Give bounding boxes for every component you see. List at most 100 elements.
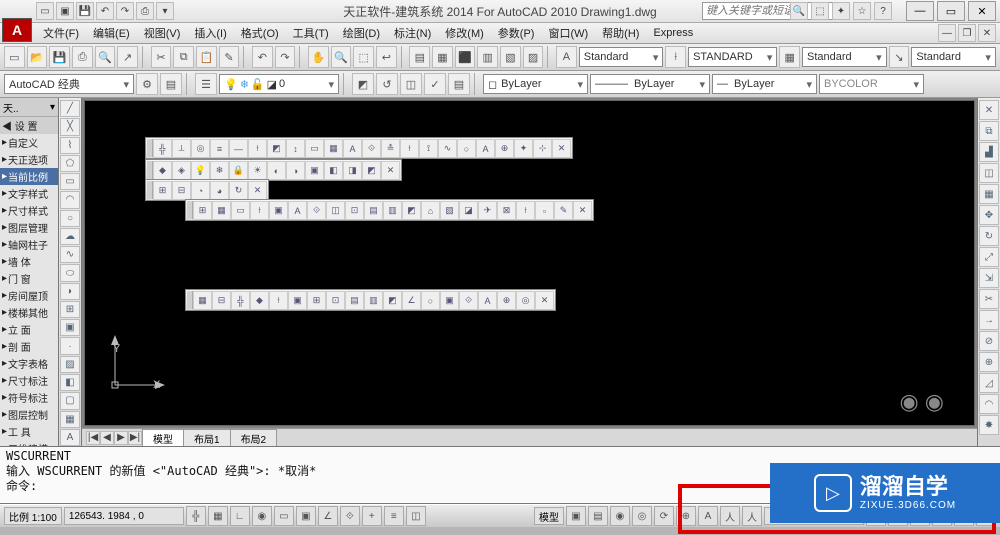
spline-icon[interactable]: ∿: [60, 246, 80, 263]
text-icon[interactable]: A: [556, 46, 577, 68]
sb-icon[interactable]: 人: [742, 506, 762, 526]
ft-icon[interactable]: ∠: [402, 291, 421, 310]
dimstyle-dropdown[interactable]: STANDARD: [688, 47, 777, 67]
qat-open-icon[interactable]: ▣: [56, 2, 74, 20]
lwt-icon[interactable]: ≡: [384, 506, 404, 526]
ft-icon[interactable]: ⟊: [269, 291, 288, 310]
ft-icon[interactable]: ⊞: [193, 201, 212, 220]
ft-icon[interactable]: ◑: [286, 161, 305, 180]
menu-file[interactable]: 文件(F): [38, 25, 84, 41]
tab-prev-icon[interactable]: ◀: [100, 431, 114, 445]
close-button[interactable]: ✕: [968, 1, 996, 21]
ft-icon[interactable]: ▤: [345, 291, 364, 310]
sb-icon[interactable]: ⊕: [676, 506, 696, 526]
ft-icon[interactable]: ○: [421, 291, 440, 310]
match-icon[interactable]: ✎: [219, 46, 240, 68]
polygon-icon[interactable]: ⬠: [60, 155, 80, 172]
workspace-dropdown[interactable]: AutoCAD 经典: [4, 74, 134, 94]
table-icon[interactable]: ▦: [779, 46, 800, 68]
point-icon[interactable]: ·: [60, 337, 80, 354]
ft-icon[interactable]: ☀: [248, 161, 267, 180]
pan-icon[interactable]: ✋: [308, 46, 329, 68]
tab-first-icon[interactable]: |◀: [86, 431, 100, 445]
ft-icon[interactable]: 🔒: [229, 161, 248, 180]
extend-icon[interactable]: →: [979, 310, 999, 330]
ft-icon[interactable]: ⟐: [307, 201, 326, 220]
ft-icon[interactable]: ⟂: [172, 139, 191, 158]
ws-settings-icon[interactable]: ⚙: [136, 73, 158, 95]
menu-dim[interactable]: 标注(N): [389, 25, 436, 41]
preview-icon[interactable]: 🔍: [95, 46, 116, 68]
ft-icon[interactable]: ▣: [288, 291, 307, 310]
mdi-restore-icon[interactable]: ❐: [958, 24, 976, 42]
qat-new-icon[interactable]: ▭: [36, 2, 54, 20]
ft-icon[interactable]: ✎: [554, 201, 573, 220]
offset-icon[interactable]: ◫: [979, 163, 999, 183]
sb-icon[interactable]: ▤: [588, 506, 608, 526]
table2-icon[interactable]: ▦: [60, 411, 80, 428]
ft-icon[interactable]: ↻: [229, 181, 248, 200]
ft-icon[interactable]: ✕: [573, 201, 592, 220]
o3d-icon[interactable]: ▣: [296, 506, 316, 526]
redo-icon[interactable]: ↷: [275, 46, 296, 68]
publish-icon[interactable]: ↗: [117, 46, 138, 68]
rotate-icon[interactable]: ↻: [979, 226, 999, 246]
ft-icon[interactable]: —: [229, 139, 248, 158]
ft-icon[interactable]: 💡: [191, 161, 210, 180]
color-dropdown[interactable]: ◻ByLayer: [483, 74, 588, 94]
qat-redo-icon[interactable]: ↷: [116, 2, 134, 20]
sb-icon[interactable]: 人: [720, 506, 740, 526]
sb-icon[interactable]: A: [698, 506, 718, 526]
ft-icon[interactable]: ◩: [383, 291, 402, 310]
comm-icon[interactable]: ✦: [832, 2, 850, 20]
ft-icon[interactable]: ⟊: [248, 139, 267, 158]
ft-icon[interactable]: ❄: [210, 161, 229, 180]
search-icon[interactable]: 🔍: [790, 2, 808, 20]
ft-icon[interactable]: ◨: [343, 161, 362, 180]
ft-icon[interactable]: ⊟: [212, 291, 231, 310]
ft-icon[interactable]: ◈: [172, 161, 191, 180]
ft-icon[interactable]: ≛: [381, 139, 400, 158]
layer-dropdown[interactable]: 💡 ❄ 🔓 ◪ 0: [219, 74, 339, 94]
tab-layout1[interactable]: 布局1: [183, 429, 231, 447]
tree-item[interactable]: ▸当前比例: [0, 168, 58, 185]
ft-icon[interactable]: ↕: [286, 139, 305, 158]
ft-icon[interactable]: ▧: [440, 201, 459, 220]
ft-icon[interactable]: ◫: [326, 201, 345, 220]
dc-icon[interactable]: ▦: [432, 46, 453, 68]
ft-icon[interactable]: ▣: [305, 161, 324, 180]
tree-item[interactable]: ▸房间屋顶: [0, 287, 58, 304]
zoom-icon[interactable]: 🔍: [331, 46, 352, 68]
ft-icon[interactable]: ⊕: [497, 291, 516, 310]
ft-icon[interactable]: ⊡: [326, 291, 345, 310]
tree-item[interactable]: ▸图层控制: [0, 406, 58, 423]
ft-icon[interactable]: ◩: [362, 161, 381, 180]
join-icon[interactable]: ⊕: [979, 352, 999, 372]
menu-window[interactable]: 窗口(W): [543, 25, 593, 41]
linetype-dropdown[interactable]: ———ByLayer: [590, 74, 710, 94]
menu-express[interactable]: Express: [648, 27, 698, 39]
ft-icon[interactable]: ✕: [381, 161, 400, 180]
ft-icon[interactable]: ≡: [210, 139, 229, 158]
tree-item[interactable]: ▸剖 面: [0, 338, 58, 355]
tp-icon[interactable]: ⬛: [455, 46, 476, 68]
qp-icon[interactable]: ◫: [406, 506, 426, 526]
dim-icon[interactable]: ⟊: [665, 46, 686, 68]
ellipse-icon[interactable]: ⬭: [60, 264, 80, 281]
ft-icon[interactable]: ▤: [364, 201, 383, 220]
ft-icon[interactable]: ⟐: [362, 139, 381, 158]
open-icon[interactable]: 📂: [27, 46, 48, 68]
dyn-icon[interactable]: +: [362, 506, 382, 526]
tree-item[interactable]: ▸立 面: [0, 321, 58, 338]
tablestyle-dropdown[interactable]: Standard: [802, 47, 887, 67]
lay-prev-icon[interactable]: ↺: [376, 73, 398, 95]
float-toolbar-4[interactable]: ⊞▦▭⟊▣A⟐◫⊡▤▥◩⌂▧◪✈⊠⟊▫✎✕: [185, 199, 594, 221]
new-icon[interactable]: ▭: [4, 46, 25, 68]
tree-item[interactable]: ▸图层管理: [0, 219, 58, 236]
ft-icon[interactable]: A: [476, 139, 495, 158]
tree-item[interactable]: ▸符号标注: [0, 389, 58, 406]
star-icon[interactable]: ☆: [853, 2, 871, 20]
lay-match-icon[interactable]: ◫: [400, 73, 422, 95]
float-toolbar-3[interactable]: ⊞⊟◔◕↻✕: [145, 179, 269, 201]
chamfer-icon[interactable]: ◿: [979, 373, 999, 393]
